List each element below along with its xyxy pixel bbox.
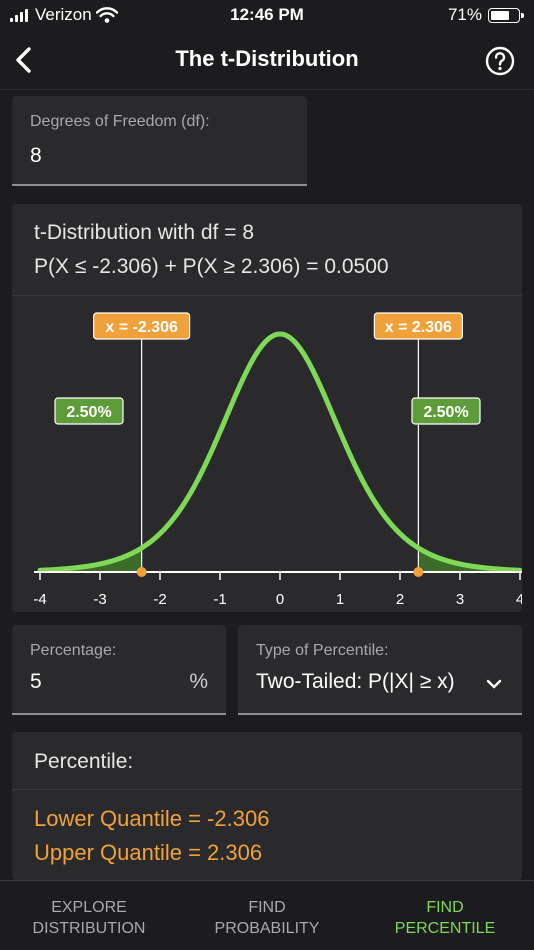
percentage-field-label: Percentage: [30, 642, 117, 659]
chart-header: t-Distribution with df = 8 P(X ≤ -2.306)… [12, 204, 522, 296]
tab-label-line1: FIND [426, 899, 464, 916]
x-tick-label: -4 [33, 591, 46, 608]
battery-icon [488, 7, 524, 23]
upper-tail-label: 2.50% [411, 397, 481, 425]
status-bar: Verizon 12:46 PM 71% [0, 0, 534, 32]
chevron-down-icon[interactable] [486, 678, 502, 690]
x-tick-label: 3 [456, 591, 464, 608]
page-title: The t-Distribution [175, 46, 359, 71]
upper-cutoff-label-text: x = 2.306 [385, 319, 452, 336]
tab-label-line1: EXPLORE [51, 899, 127, 916]
x-axis-ticks: -4 -3 -2 -1 0 1 2 3 4 [33, 572, 522, 608]
x-tick-label: -1 [213, 591, 226, 608]
chart-card: t-Distribution with df = 8 P(X ≤ -2.306)… [12, 204, 522, 612]
percentage-field[interactable]: Percentage: 5 % [12, 625, 226, 715]
chart-probability: P(X ≤ -2.306) + P(X ≥ 2.306) = 0.0500 [34, 255, 389, 278]
status-right: 71% [447, 5, 524, 25]
percentile-type-value[interactable]: Two-Tailed: P(|X| ≥ x) [256, 670, 455, 694]
tab-label-line2: PROBABILITY [214, 920, 320, 937]
df-field-label: Degrees of Freedom (df): [30, 113, 210, 130]
df-field[interactable]: Degrees of Freedom (df): 8 [12, 96, 307, 186]
upper-quantile: Upper Quantile = 2.306 [34, 840, 263, 865]
upper-tail-label-text: 2.50% [423, 404, 468, 421]
divider [12, 789, 522, 790]
lower-cutoff-label: x = -2.306 [93, 312, 191, 340]
lower-cutoff-marker [136, 567, 147, 577]
tab-label-line2: PERCENTILE [394, 920, 496, 937]
lower-tail-label: 2.50% [54, 397, 124, 425]
percentile-title: Percentile: [34, 750, 134, 773]
chart-title: t-Distribution with df = 8 [34, 221, 255, 244]
t-distribution-chart: -4 -3 -2 -1 0 1 2 3 4 x = -2.306 x = 2.306 2.50%… [33, 312, 522, 608]
lower-quantile: Lower Quantile = -2.306 [34, 806, 270, 831]
lower-tail-label-text: 2.50% [66, 404, 111, 421]
tab-label-line2: DISTRIBUTION [32, 920, 146, 937]
df-input[interactable]: 8 [30, 144, 42, 168]
tab-find-probability[interactable]: FIND PROBABILITY [178, 881, 356, 950]
upper-cutoff-marker [413, 567, 424, 577]
nav-bar: The t-Distribution [0, 32, 534, 90]
lower-cutoff-label-text: x = -2.306 [105, 319, 178, 336]
tab-bar: EXPLORE DISTRIBUTION FIND PROBABILITY FI… [0, 880, 534, 950]
percentage-input[interactable]: 5 [30, 670, 42, 694]
density-curve [37, 331, 522, 573]
percentile-type-select[interactable]: Type of Percentile: Two-Tailed: P(|X| ≥ … [238, 625, 522, 715]
percentile-result-card: Percentile: Lower Quantile = -2.306 Uppe… [12, 732, 522, 880]
x-tick-label: 4 [516, 591, 522, 608]
tab-label-line1: FIND [248, 899, 286, 916]
x-tick-label: 1 [336, 591, 344, 608]
percentage-suffix: % [189, 670, 208, 693]
x-tick-label: -2 [153, 591, 166, 608]
tab-explore-distribution[interactable]: EXPLORE DISTRIBUTION [0, 881, 178, 950]
x-tick-label: 0 [276, 591, 284, 608]
x-tick-label: -3 [93, 591, 106, 608]
upper-cutoff-label: x = 2.306 [373, 312, 463, 340]
battery-percent: 71% [447, 5, 482, 24]
x-tick-label: 2 [396, 591, 404, 608]
question-circle-icon[interactable] [484, 45, 516, 77]
battery-fill [491, 10, 509, 20]
percentile-type-label: Type of Percentile: [256, 642, 389, 659]
tab-find-percentile[interactable]: FIND PERCENTILE [356, 881, 534, 950]
